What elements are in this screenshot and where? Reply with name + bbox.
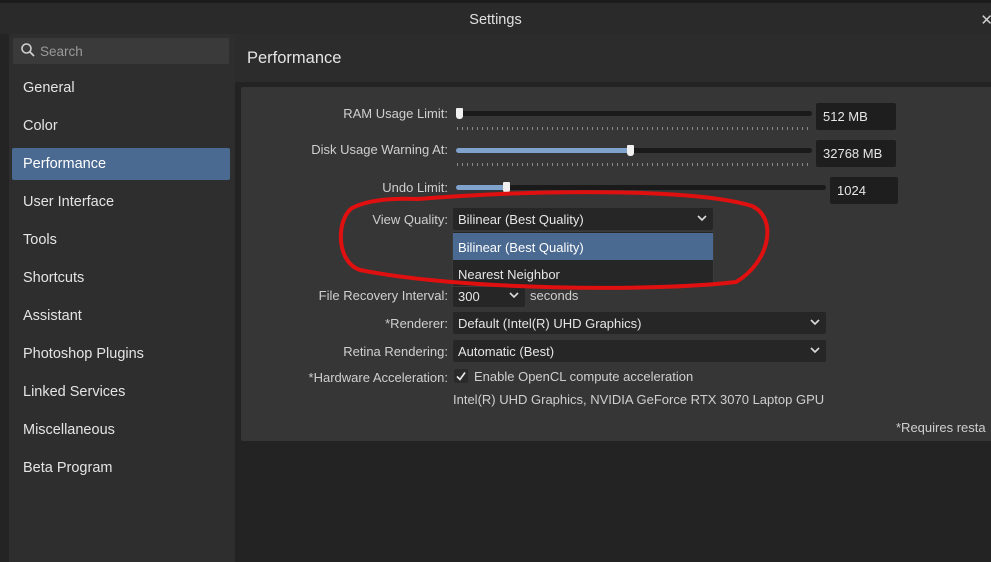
sidebar-item-color[interactable]: Color bbox=[12, 110, 230, 142]
retina-rendering-value: Automatic (Best) bbox=[458, 344, 555, 359]
file-recovery-unit: seconds bbox=[530, 288, 579, 303]
opencl-checkbox[interactable] bbox=[454, 369, 468, 383]
renderer-select[interactable]: Default (Intel(R) UHD Graphics) bbox=[453, 312, 826, 334]
ram-usage-slider[interactable] bbox=[456, 108, 812, 119]
undo-limit-slider-fill bbox=[456, 185, 506, 190]
view-quality-selected: Bilinear (Best Quality) bbox=[458, 212, 584, 227]
file-recovery-value: 300 bbox=[458, 289, 480, 304]
hardware-acceleration-label: *Hardware Acceleration: bbox=[308, 370, 448, 385]
ram-usage-value[interactable]: 512 MB bbox=[816, 103, 896, 130]
checkmark-icon bbox=[456, 372, 466, 381]
sidebar-item-beta-program[interactable]: Beta Program bbox=[12, 452, 230, 484]
close-icon[interactable]: ✕ bbox=[980, 11, 991, 29]
undo-limit-value[interactable]: 1024 bbox=[830, 177, 898, 204]
sidebar-item-assistant[interactable]: Assistant bbox=[12, 300, 230, 332]
sidebar-item-linked-services[interactable]: Linked Services bbox=[12, 376, 230, 408]
sidebar-item-shortcuts[interactable]: Shortcuts bbox=[12, 262, 230, 294]
view-quality-label: View Quality: bbox=[372, 212, 448, 227]
chevron-down-icon bbox=[810, 347, 820, 354]
sidebar-item-general[interactable]: General bbox=[12, 72, 230, 104]
dropdown-option-nearest-neighbor[interactable]: Nearest Neighbor bbox=[453, 260, 713, 287]
page-header: Performance bbox=[235, 34, 991, 83]
ram-usage-slider-thumb[interactable] bbox=[456, 108, 463, 119]
window-title: Settings bbox=[469, 12, 522, 28]
disk-warning-slider[interactable] bbox=[456, 145, 812, 156]
file-recovery-select[interactable]: 300 bbox=[453, 285, 525, 307]
chevron-down-icon bbox=[697, 215, 707, 222]
sidebar-item-miscellaneous[interactable]: Miscellaneous bbox=[12, 414, 230, 446]
view-quality-dropdown: Bilinear (Best Quality) Nearest Neighbor bbox=[452, 231, 714, 287]
undo-limit-slider[interactable] bbox=[456, 182, 826, 193]
opencl-checkbox-label[interactable]: Enable OpenCL compute acceleration bbox=[474, 369, 693, 384]
sidebar-item-photoshop-plugins[interactable]: Photoshop Plugins bbox=[12, 338, 230, 370]
sidebar-item-tools[interactable]: Tools bbox=[12, 224, 230, 256]
gpu-info: Intel(R) UHD Graphics, NVIDIA GeForce RT… bbox=[453, 392, 825, 407]
search-input[interactable]: Search bbox=[13, 38, 229, 64]
ram-usage-ticks bbox=[457, 127, 811, 130]
disk-warning-value[interactable]: 32768 MB bbox=[816, 140, 896, 167]
page-title: Performance bbox=[247, 49, 342, 67]
sidebar-item-performance[interactable]: Performance bbox=[12, 148, 230, 180]
undo-limit-slider-thumb[interactable] bbox=[503, 182, 510, 193]
search-icon bbox=[21, 43, 35, 57]
sidebar: Search General Color Performance User In… bbox=[9, 34, 235, 562]
restart-note: *Requires resta bbox=[896, 420, 986, 435]
file-recovery-label: File Recovery Interval: bbox=[318, 288, 448, 303]
title-bar: Settings ✕ bbox=[0, 0, 991, 34]
undo-limit-label: Undo Limit: bbox=[382, 180, 448, 195]
dropdown-option-bilinear[interactable]: Bilinear (Best Quality) bbox=[453, 233, 713, 260]
chevron-down-icon bbox=[509, 292, 519, 299]
retina-rendering-select[interactable]: Automatic (Best) bbox=[453, 340, 826, 362]
chevron-down-icon bbox=[810, 319, 820, 326]
disk-warning-slider-thumb[interactable] bbox=[627, 145, 634, 156]
sidebar-item-user-interface[interactable]: User Interface bbox=[12, 186, 230, 218]
retina-rendering-label: Retina Rendering: bbox=[343, 344, 448, 359]
ram-usage-label: RAM Usage Limit: bbox=[343, 106, 448, 121]
view-quality-select[interactable]: Bilinear (Best Quality) bbox=[453, 208, 713, 230]
renderer-value: Default (Intel(R) UHD Graphics) bbox=[458, 316, 642, 331]
disk-warning-slider-fill bbox=[456, 148, 630, 153]
window-left-edge bbox=[0, 34, 9, 562]
disk-warning-ticks bbox=[457, 163, 811, 166]
renderer-label: *Renderer: bbox=[385, 316, 448, 331]
disk-warning-label: Disk Usage Warning At: bbox=[311, 142, 448, 157]
search-placeholder: Search bbox=[40, 44, 83, 59]
